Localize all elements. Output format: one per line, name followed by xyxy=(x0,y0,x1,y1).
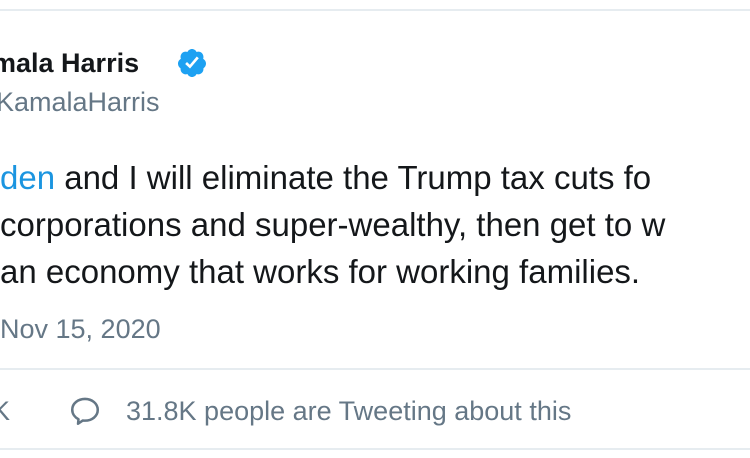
tweet-timestamp[interactable]: Nov 15, 2020 xyxy=(0,312,161,346)
author-handle[interactable]: KamalaHarris xyxy=(0,85,160,119)
author-name[interactable]: mala Harris xyxy=(0,45,139,81)
tweet-line-1-text: and I will eliminate the Trump tax cuts … xyxy=(55,159,652,196)
bottom-divider xyxy=(0,448,750,450)
speech-bubble-icon[interactable] xyxy=(68,394,102,428)
tweet-text: den and I will eliminate the Trump tax c… xyxy=(0,154,750,295)
tweeting-about-link[interactable]: 31.8K people are Tweeting about this xyxy=(126,394,571,428)
like-count-fragment[interactable]: K xyxy=(0,394,10,428)
tweet-line-3: an economy that works for working famili… xyxy=(0,253,641,290)
middle-divider xyxy=(0,368,750,370)
top-divider xyxy=(0,9,750,11)
tweet-card: mala Harris KamalaHarris den and I will … xyxy=(0,0,750,458)
tweet-line-2: corporations and super-wealthy, then get… xyxy=(0,206,666,243)
mention-link[interactable]: den xyxy=(0,159,55,196)
handle-text: KamalaHarris xyxy=(0,87,160,117)
tweet-line-1: den and I will eliminate the Trump tax c… xyxy=(0,154,750,201)
verified-badge-icon xyxy=(177,49,206,77)
